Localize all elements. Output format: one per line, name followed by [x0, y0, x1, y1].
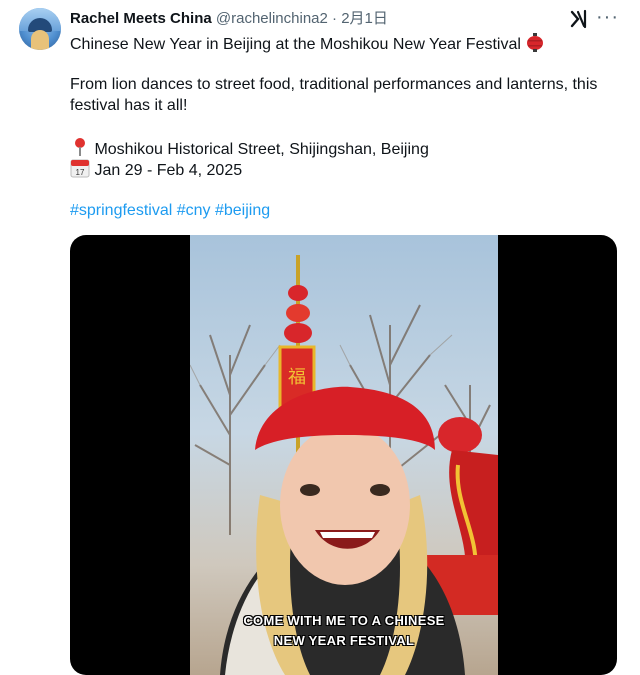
hashtag-beijing[interactable]: #beijing: [215, 202, 270, 219]
svg-text:17: 17: [76, 168, 85, 177]
banner-glyph: 福: [288, 367, 306, 388]
round-pushpin-emoji: [75, 138, 85, 156]
video-frame[interactable]: 福 新 COME WIT: [190, 235, 498, 675]
avatar-person: [31, 30, 49, 50]
tweet-header: Rachel Meets China @rachelinchina2 · 2月1…: [70, 9, 388, 29]
video-caption-line-2: NEW YEAR FESTIVAL: [273, 633, 415, 648]
tweet-date[interactable]: 2月1日: [341, 10, 388, 27]
hashtag-springfestival[interactable]: #springfestival: [70, 202, 172, 219]
calendar-emoji: 17: [70, 159, 90, 178]
tweet-body-line: From lion dances to street food, traditi…: [70, 76, 598, 114]
grok-icon[interactable]: [568, 8, 590, 30]
author-handle[interactable]: @rachelinchina2: [216, 10, 328, 27]
header-separator: ·: [327, 10, 342, 27]
dates-text: Jan 29 - Feb 4, 2025: [94, 162, 243, 179]
more-options-icon[interactable]: ···: [596, 6, 618, 28]
video-scene: 福 新: [190, 255, 498, 675]
person-selfie: [220, 386, 465, 675]
video-caption-line-1: COME WITH ME TO A CHINESE: [243, 613, 445, 628]
location-text: Moshikou Historical Street, Shijingshan,…: [94, 141, 429, 158]
video-player[interactable]: 福 新 COME WIT: [70, 235, 617, 675]
hashtag-cny[interactable]: #cny: [177, 202, 211, 219]
tweet-text: Chinese New Year in Beijing at the Moshi…: [70, 32, 620, 221]
author-name[interactable]: Rachel Meets China: [70, 10, 212, 27]
tweet-title-line: Chinese New Year in Beijing at the Moshi…: [70, 36, 521, 53]
red-lantern-emoji: [527, 33, 544, 52]
hashtags: #springfestival #cny #beijing: [70, 200, 620, 221]
avatar[interactable]: [19, 8, 61, 50]
